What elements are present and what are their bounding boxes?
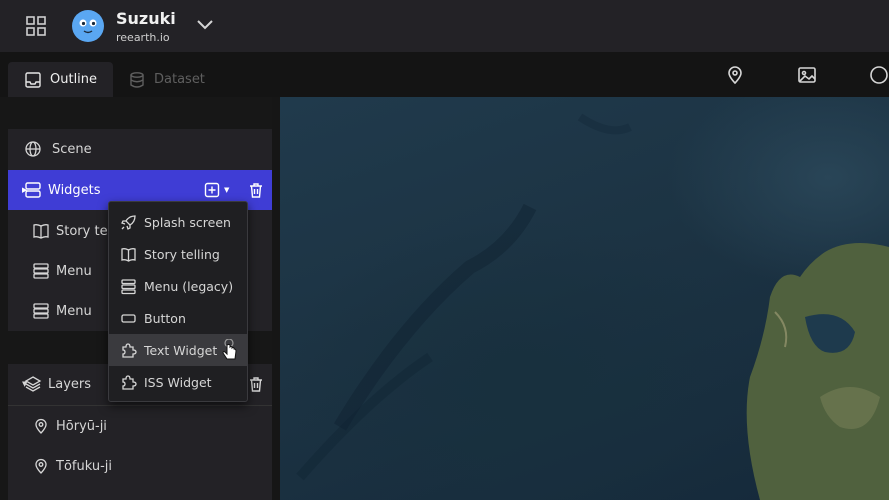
add-widget-menu: Splash screen Story telling Menu (legacy…	[108, 201, 248, 402]
menu-item-button[interactable]: Button	[109, 302, 247, 334]
menu-icon	[33, 303, 49, 319]
layer-item-label: Hōryū-ji	[56, 418, 107, 434]
scene-label: Scene	[52, 141, 92, 157]
globe-icon	[25, 141, 41, 157]
book-icon	[33, 224, 49, 239]
caret-right-icon[interactable]: ▶	[22, 186, 27, 194]
puzzle-icon	[122, 374, 137, 390]
database-icon	[130, 71, 144, 88]
map-canvas[interactable]	[280, 97, 889, 500]
menu-icon	[121, 278, 136, 294]
rocket-icon	[121, 214, 136, 230]
menu-item-menu-legacy[interactable]: Menu (legacy)	[109, 270, 247, 302]
workspace-domain: reearth.io	[116, 31, 170, 44]
hand-cursor-icon	[222, 339, 237, 360]
add-widget-icon[interactable]	[204, 182, 220, 198]
tab-label: Outline	[50, 72, 98, 87]
widget-item-label: Menu	[56, 303, 92, 319]
apps-grid-icon[interactable]	[26, 16, 46, 36]
top-bar: Suzuki reearth.io	[0, 0, 889, 52]
tab-outline[interactable]: Outline	[8, 62, 114, 97]
book-icon	[121, 247, 136, 262]
tab-dataset[interactable]: Dataset	[112, 62, 221, 97]
puzzle-icon	[122, 342, 137, 358]
menu-item-splash-screen[interactable]: Splash screen	[109, 206, 247, 238]
layer-item[interactable]: Tōfuku-ji	[8, 446, 272, 486]
workspace-avatar[interactable]	[72, 10, 104, 42]
menu-icon	[33, 263, 49, 279]
caret-down-icon[interactable]: ▼	[22, 380, 27, 388]
chevron-down-icon[interactable]	[196, 18, 214, 32]
caret-down-icon[interactable]: ▼	[224, 186, 229, 194]
circle-icon[interactable]	[869, 65, 889, 85]
widgets-label: Widgets	[48, 182, 101, 198]
widget-item-label: Menu	[56, 263, 92, 279]
satellite-terrain	[296, 113, 889, 500]
map-pin-icon[interactable]	[725, 65, 745, 85]
button-icon	[121, 313, 136, 323]
image-icon[interactable]	[797, 65, 817, 85]
map-pin-icon	[35, 458, 47, 474]
scene-item[interactable]: Scene	[8, 129, 272, 169]
tab-label: Dataset	[154, 72, 205, 87]
menu-item-text-widget[interactable]: Text Widget	[109, 334, 247, 366]
workspace-name[interactable]: Suzuki	[116, 9, 176, 28]
trash-icon[interactable]	[248, 376, 264, 392]
inbox-icon	[25, 71, 41, 88]
map-pin-icon	[35, 418, 47, 434]
trash-icon[interactable]	[248, 182, 264, 198]
layer-item[interactable]: Hōryū-ji	[8, 406, 272, 446]
menu-item-iss-widget[interactable]: ISS Widget	[109, 366, 247, 398]
layers-label: Layers	[48, 376, 92, 392]
layer-item-label: Tōfuku-ji	[56, 458, 112, 474]
menu-item-story-telling[interactable]: Story telling	[109, 238, 247, 270]
